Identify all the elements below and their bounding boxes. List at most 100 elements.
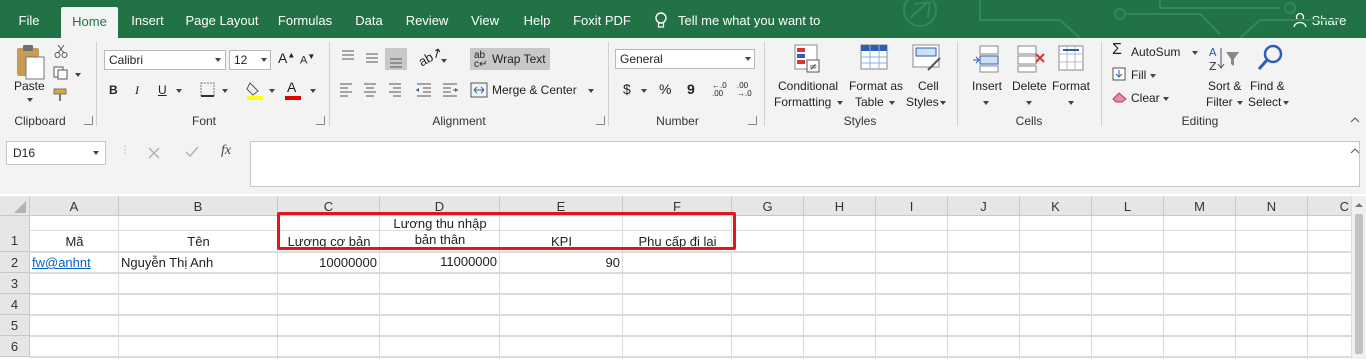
comma-style-button[interactable]: 9 [687, 81, 695, 97]
number-format-dropdown[interactable]: General [615, 49, 755, 69]
decrease-decimal-icon[interactable]: .00 →.0 [737, 82, 752, 98]
fill-color-icon[interactable] [246, 80, 264, 100]
column-header-n[interactable]: N [1236, 196, 1308, 216]
horizontal-align-icons[interactable] [339, 82, 459, 98]
row-header-3[interactable]: 3 [0, 273, 30, 294]
find-select-caret[interactable] [1283, 101, 1289, 105]
merge-center-label[interactable]: Merge & Center [492, 83, 577, 97]
format-as-table-label-2[interactable]: Table [855, 95, 884, 109]
conditional-formatting-icon[interactable]: ≠ [794, 44, 822, 74]
tab-insert[interactable]: Insert [124, 0, 171, 38]
row-header-6[interactable]: 6 [0, 336, 30, 357]
column-header-g[interactable]: G [732, 196, 804, 216]
autosum-icon[interactable]: Σ [1112, 41, 1122, 59]
underline-button[interactable]: U [158, 83, 167, 97]
copy-dropdown-caret[interactable] [75, 73, 81, 77]
borders-icon[interactable] [200, 82, 216, 98]
paste-button-label[interactable]: Paste [14, 79, 45, 93]
format-as-table-icon[interactable] [860, 44, 890, 74]
font-color-icon[interactable]: A [287, 79, 296, 95]
paste-icon[interactable] [14, 44, 46, 80]
font-name-caret[interactable] [215, 58, 221, 62]
cell-b2[interactable]: Nguyễn Thị Anh [121, 255, 213, 270]
column-header-j[interactable]: J [948, 196, 1020, 216]
number-format-caret[interactable] [745, 57, 751, 61]
format-as-table-caret[interactable] [889, 101, 895, 105]
italic-button[interactable]: I [135, 83, 139, 98]
fill-color-caret[interactable] [269, 89, 275, 93]
increase-font-size-icon[interactable]: A▲ [278, 50, 295, 66]
vertical-scrollbar[interactable] [1351, 196, 1366, 359]
insert-function-button[interactable]: fx [221, 143, 231, 159]
tab-review[interactable]: Review [400, 0, 454, 38]
autosum-caret[interactable] [1192, 51, 1198, 55]
bold-button[interactable]: B [109, 83, 118, 97]
tab-home[interactable]: Home [61, 7, 118, 38]
number-dialog-launcher[interactable] [748, 116, 757, 125]
column-header-b[interactable]: B [119, 196, 278, 216]
font-name-dropdown[interactable]: Calibri [104, 50, 226, 70]
row-header-5[interactable]: 5 [0, 315, 30, 336]
conditional-formatting-label-1[interactable]: Conditional [778, 79, 838, 93]
row-header-1[interactable]: 1 [0, 216, 30, 252]
clear-eraser-icon[interactable] [1112, 91, 1128, 103]
select-all-corner[interactable] [0, 196, 30, 216]
currency-caret[interactable] [641, 89, 647, 93]
cell-a1[interactable]: Mã [30, 234, 119, 249]
name-box-caret[interactable] [93, 151, 99, 155]
format-cells-label[interactable]: Format [1052, 79, 1090, 93]
delete-cells-label[interactable]: Delete [1012, 79, 1047, 93]
orientation-icon[interactable]: ab↗ [416, 44, 446, 71]
tell-me-search[interactable]: Tell me what you want to do [678, 0, 838, 70]
format-painter-icon[interactable] [53, 88, 69, 102]
cell-c2[interactable]: 10000000 [278, 255, 380, 270]
scrollbar-thumb[interactable] [1355, 214, 1363, 354]
format-as-table-label-1[interactable]: Format as [849, 79, 903, 93]
delete-cells-icon[interactable] [1016, 44, 1046, 74]
decrease-font-size-icon[interactable]: A▼ [300, 52, 315, 67]
find-select-label-2[interactable]: Select [1248, 95, 1281, 109]
font-dialog-launcher[interactable] [316, 116, 325, 125]
conditional-formatting-caret[interactable] [837, 101, 843, 105]
alignment-dialog-launcher[interactable] [596, 116, 605, 125]
cell-styles-label-2[interactable]: Styles [906, 95, 939, 109]
increase-decimal-icon[interactable]: ←.0.00 [712, 82, 727, 98]
tab-view[interactable]: View [464, 0, 506, 38]
insert-cells-icon[interactable] [972, 44, 1000, 74]
scroll-up-arrow-icon[interactable] [1352, 198, 1366, 212]
currency-button[interactable]: $ [623, 81, 631, 97]
percent-button[interactable]: % [659, 81, 671, 97]
cell-a2-hyperlink[interactable]: fw@anhnt [32, 255, 91, 270]
copy-icon[interactable] [53, 66, 69, 80]
fill-caret[interactable] [1150, 74, 1156, 78]
name-box[interactable]: D16 [6, 141, 106, 165]
tab-help[interactable]: Help [516, 0, 558, 38]
format-cells-caret[interactable] [1068, 101, 1074, 105]
merge-center-caret[interactable] [588, 89, 594, 93]
delete-cells-caret[interactable] [1026, 101, 1032, 105]
underline-caret[interactable] [176, 89, 182, 93]
clear-caret[interactable] [1163, 97, 1169, 101]
cell-styles-icon[interactable] [912, 44, 942, 74]
find-select-label-1[interactable]: Find & [1250, 79, 1285, 93]
tab-foxit-pdf[interactable]: Foxit PDF [568, 0, 636, 38]
worksheet-grid[interactable]: A B C D E F G H I J K L M N C 1 2 3 4 5 … [0, 196, 1366, 359]
expand-formula-bar-icon[interactable] [1350, 147, 1360, 155]
clear-label[interactable]: Clear [1131, 91, 1160, 105]
column-header-l[interactable]: L [1092, 196, 1164, 216]
column-header-o-partial[interactable]: C [1308, 196, 1352, 216]
column-header-a[interactable]: A [30, 196, 119, 216]
cell-d2[interactable]: 11000000 [380, 254, 500, 269]
insert-cells-label[interactable]: Insert [972, 79, 1002, 93]
font-size-caret[interactable] [261, 58, 267, 62]
find-select-icon[interactable] [1256, 43, 1284, 73]
column-header-i[interactable]: I [876, 196, 948, 216]
column-header-m[interactable]: M [1164, 196, 1236, 216]
cut-icon[interactable] [54, 44, 68, 58]
tab-data[interactable]: Data [348, 0, 390, 38]
paste-dropdown-caret[interactable] [27, 98, 33, 102]
sort-filter-label-2[interactable]: Filter [1206, 95, 1233, 109]
vertical-align-icons[interactable] [339, 48, 409, 70]
cell-styles-label-1[interactable]: Cell [918, 79, 939, 93]
sort-filter-icon[interactable]: A Z [1208, 44, 1240, 74]
